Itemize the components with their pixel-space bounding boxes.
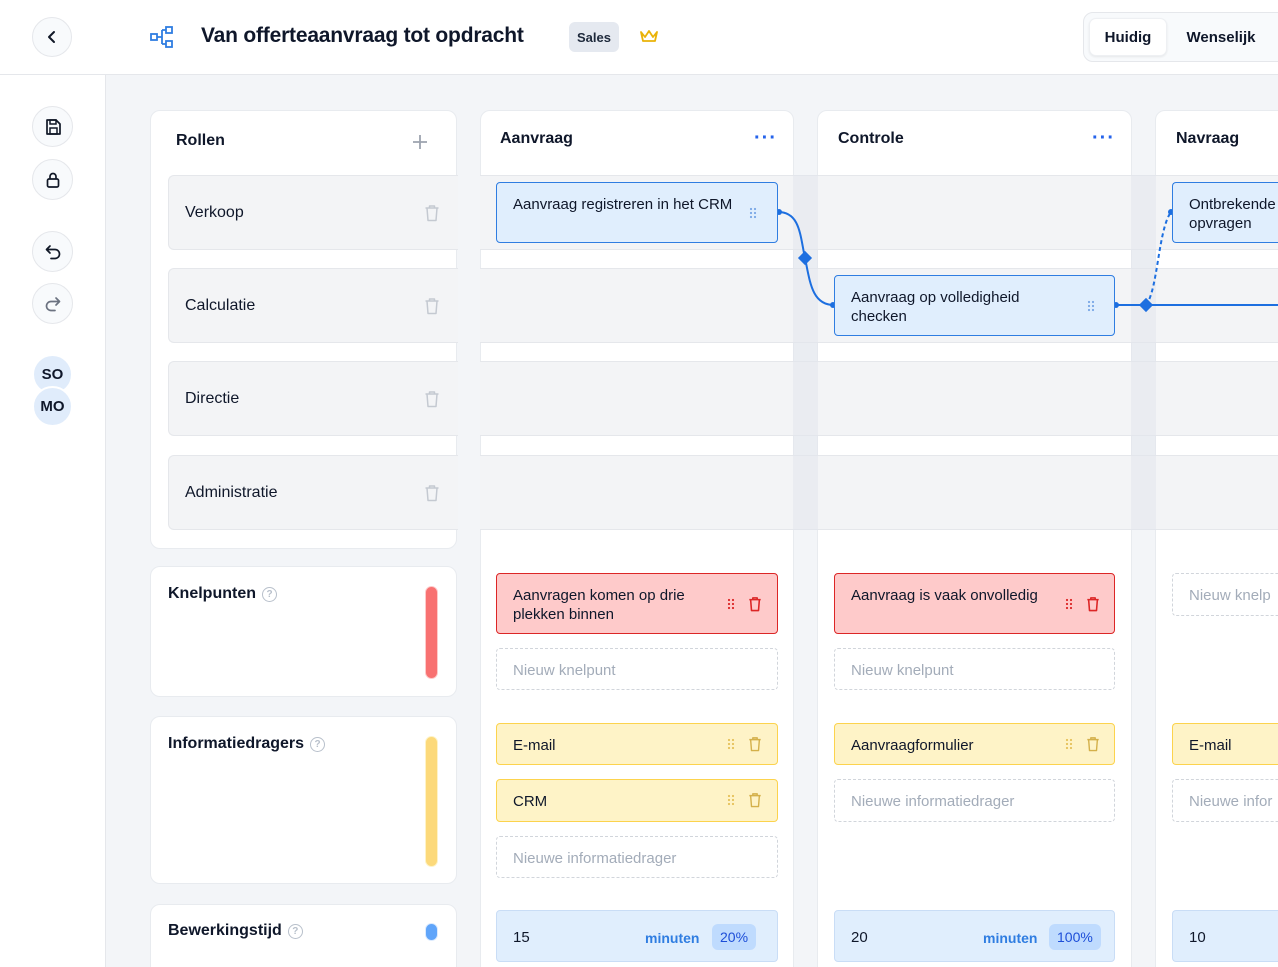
processing-time-field[interactable]: 10 <box>1172 910 1278 962</box>
info-carrier-card[interactable]: Aanvraagformulier <box>834 723 1115 765</box>
new-info-carrier-input[interactable]: Nieuwe infor <box>1172 779 1278 822</box>
process-step-card[interactable]: Ontbrekende opvragen <box>1172 182 1278 243</box>
process-step-card[interactable]: Aanvraag op volledigheid checken <box>834 275 1115 336</box>
time-value: 10 <box>1189 929 1206 946</box>
new-pain-point-input[interactable]: Nieuw knelpunt <box>834 648 1115 690</box>
trash-icon[interactable] <box>748 596 762 612</box>
trash-icon[interactable] <box>748 736 762 752</box>
drag-handle-icon[interactable] <box>727 738 735 750</box>
step-label: Aanvraag registreren in het CRM <box>513 196 733 213</box>
info-carrier-label: CRM <box>513 793 548 810</box>
trash-icon[interactable] <box>748 792 762 808</box>
info-carrier-card[interactable]: E-mail <box>1172 723 1278 765</box>
pain-point-label: Aanvragen komen op drie plekken binnen <box>513 587 685 623</box>
processing-time-field[interactable]: 15 minuten 20% <box>496 910 778 962</box>
drag-handle-icon[interactable] <box>727 598 735 610</box>
drag-handle-icon[interactable] <box>749 207 757 219</box>
step-label: Aanvraag op volledigheid checken <box>851 289 1020 325</box>
processing-time-field[interactable]: 20 minuten 100% <box>834 910 1115 962</box>
new-pain-point-input[interactable]: Nieuw knelp <box>1172 573 1278 616</box>
step-label: Ontbrekende opvragen <box>1189 196 1276 232</box>
new-info-carrier-input[interactable]: Nieuwe informatiedrager <box>496 836 778 878</box>
drag-handle-icon[interactable] <box>727 794 735 806</box>
drag-handle-icon[interactable] <box>1087 300 1095 312</box>
pain-point-card[interactable]: Aanvraag is vaak onvolledig <box>834 573 1115 634</box>
trash-icon[interactable] <box>1086 736 1100 752</box>
drag-handle-icon[interactable] <box>1065 738 1073 750</box>
time-percentage: 100% <box>1049 924 1101 950</box>
new-pain-point-input[interactable]: Nieuw knelpunt <box>496 648 778 690</box>
time-unit: minuten <box>983 930 1038 946</box>
new-info-carrier-input[interactable]: Nieuwe informatiedrager <box>834 779 1115 822</box>
drag-handle-icon[interactable] <box>1065 598 1073 610</box>
info-carrier-card[interactable]: CRM <box>496 779 778 822</box>
pain-point-card[interactable]: Aanvragen komen op drie plekken binnen <box>496 573 778 634</box>
process-step-card[interactable]: Aanvraag registreren in het CRM <box>496 182 778 243</box>
time-unit: minuten <box>645 930 700 946</box>
time-percentage: 20% <box>712 924 757 950</box>
time-value: 15 <box>513 929 530 946</box>
pain-point-label: Aanvraag is vaak onvolledig <box>851 587 1038 604</box>
info-carrier-label: E-mail <box>1189 737 1232 754</box>
info-carrier-label: Aanvraagformulier <box>851 737 974 754</box>
info-carrier-card[interactable]: E-mail <box>496 723 778 765</box>
trash-icon[interactable] <box>1086 596 1100 612</box>
info-carrier-label: E-mail <box>513 737 556 754</box>
time-value: 20 <box>851 929 868 946</box>
